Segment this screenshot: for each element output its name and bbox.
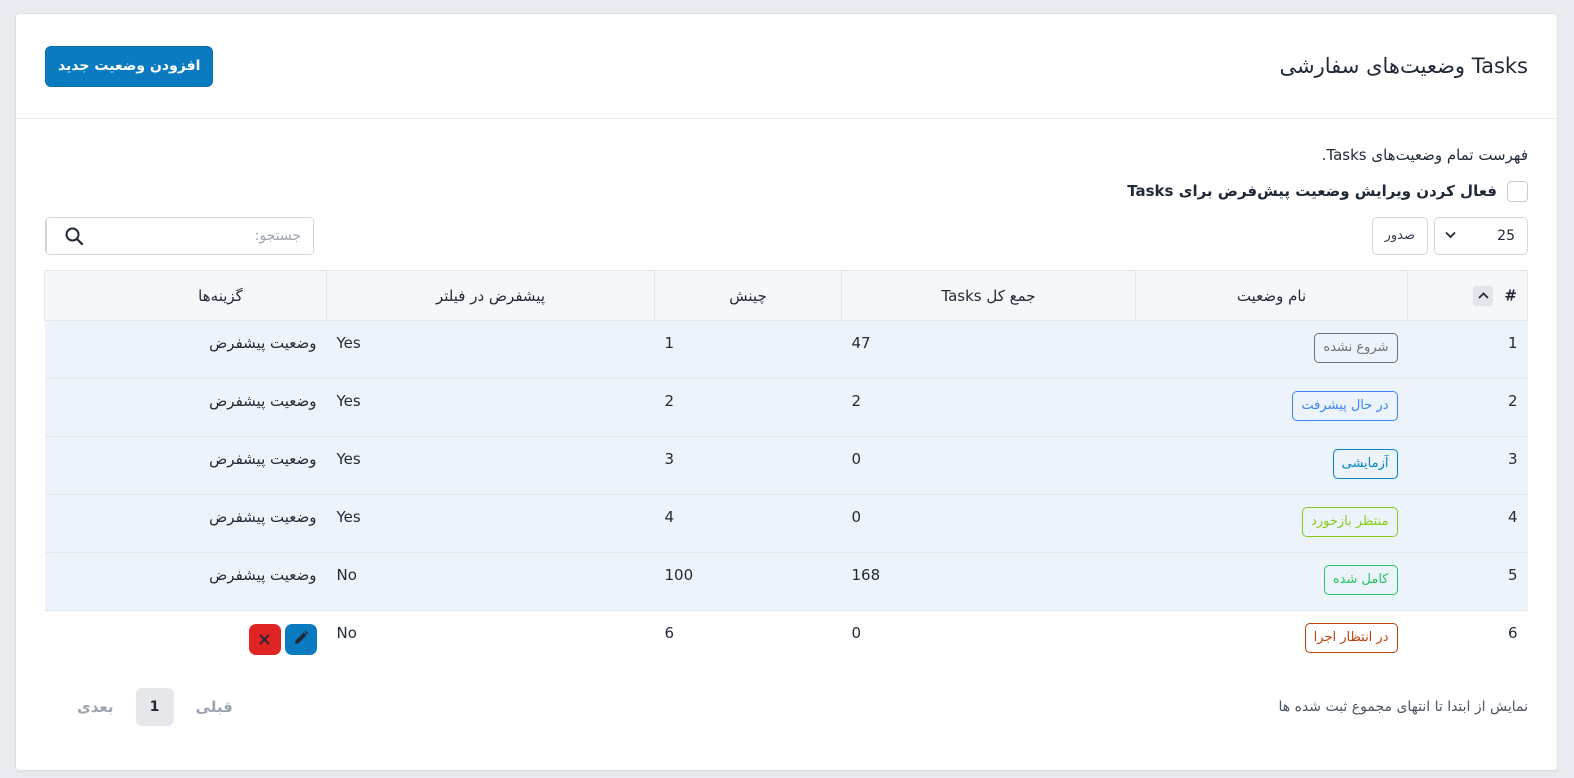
next-page-link[interactable]: بعدی [77, 698, 114, 716]
default-edit-row: فعال کردن ویرایش وضعیت پیش‌فرض برای Task… [45, 176, 1528, 206]
search-input[interactable] [101, 217, 313, 254]
table-toolbar: 25 صدور [45, 216, 1528, 255]
description: فهرست تمام وضعیت‌های Tasks. [1321, 146, 1528, 164]
status-badge[interactable]: آزمایشی [1332, 449, 1398, 479]
export-button[interactable]: صدور [1371, 216, 1428, 255]
table-row: 4 منتظر بازخورد 0 4 Yes وضعیت پیشفرض [44, 494, 1528, 553]
pencil-icon [293, 630, 309, 650]
card-body: فهرست تمام وضعیت‌های Tasks. فعال کردن وی… [16, 119, 1557, 727]
close-icon [259, 631, 270, 649]
table-body: 1 شروع نشده 47 1 Yes وضعیت پیشفرض 2 در حال پیشر… [44, 320, 1528, 669]
current-page[interactable]: 1 [135, 687, 174, 726]
cell-order: 2 [664, 392, 675, 410]
cell-options [45, 611, 327, 669]
delete-button[interactable] [248, 624, 281, 655]
cell-order: 3 [664, 450, 675, 468]
table-info: نمایش از ابتدا تا انتهای مجموع ثبت شده ه… [1278, 698, 1529, 715]
cell-order: 100 [664, 566, 694, 584]
default-edit-checkbox[interactable] [1507, 180, 1528, 202]
column-header-num[interactable]: # [1407, 270, 1528, 321]
status-badge[interactable]: در حال پیشرفت [1292, 391, 1398, 421]
page-length-value: 25 [1497, 227, 1515, 244]
column-header-order[interactable]: چینش [654, 270, 842, 321]
column-header-total[interactable]: جمع کل Tasks [841, 270, 1136, 321]
table-header-row: # نام وضعیت جمع کل Tasks چینش پیشفرض در … [44, 270, 1528, 321]
cell-name: شروع نشده [1136, 321, 1408, 379]
default-edit-label: فعال کردن ویرایش وضعیت پیش‌فرض برای Task… [1127, 182, 1497, 200]
status-badge[interactable]: کامل شده [1323, 565, 1398, 595]
prev-page-link[interactable]: قبلی [196, 698, 233, 716]
column-header-default-filter[interactable]: پیشفرض در فیلتر [326, 270, 655, 321]
pagination: قبلی 1 بعدی [77, 687, 233, 726]
search-icon [65, 227, 84, 245]
search-box [45, 216, 314, 255]
cell-total: 0 [851, 624, 862, 642]
page-length-select[interactable]: 25 [1434, 216, 1528, 255]
add-status-button[interactable]: افزودن وضعیت جدید [45, 45, 214, 87]
cell-default-filter: No [336, 624, 357, 642]
table-row: 5 کامل شده 168 100 No وضعیت پیشفرض [44, 552, 1528, 611]
cell-order: 4 [664, 508, 675, 526]
cell-options: وضعیت پیشفرض [209, 392, 317, 410]
sort-up-icon [1473, 285, 1494, 306]
edit-button[interactable] [284, 624, 317, 655]
cell-num: 5 [1507, 566, 1518, 584]
cell-name: در حال پیشرفت [1136, 379, 1408, 437]
search-button[interactable] [46, 217, 101, 254]
status-badge[interactable]: شروع نشده [1314, 333, 1398, 363]
table-row: 3 آزمایشی 0 3 Yes وضعیت پیشفرض [44, 436, 1528, 495]
card-header: Tasks وضعیت‌های سفارشی افزودن وضعیت جدید [16, 14, 1557, 119]
cell-default-filter: Yes [336, 334, 361, 352]
cell-num: 3 [1507, 450, 1518, 468]
cell-total: 2 [851, 392, 862, 410]
statuses-table: # نام وضعیت جمع کل Tasks چینش پیشفرض در … [44, 270, 1528, 669]
cell-num: 1 [1507, 334, 1518, 352]
table-row: 2 در حال پیشرفت 2 2 Yes وضعیت پیشفرض [44, 378, 1528, 437]
toolbar-controls: 25 صدور [1371, 216, 1528, 255]
chevron-down-icon [1445, 229, 1456, 242]
cell-options: وضعیت پیشفرض [209, 334, 317, 352]
cell-default-filter: Yes [336, 392, 361, 410]
cell-default-filter: Yes [336, 508, 361, 526]
cell-options: وضعیت پیشفرض [209, 450, 317, 468]
cell-total: 168 [851, 566, 881, 584]
statuses-card: Tasks وضعیت‌های سفارشی افزودن وضعیت جدید… [15, 13, 1558, 771]
page-title: Tasks وضعیت‌های سفارشی [1279, 54, 1528, 78]
cell-total: 0 [851, 508, 862, 526]
cell-default-filter: No [336, 566, 357, 584]
table-footer: نمایش از ابتدا تا انتهای مجموع ثبت شده ه… [45, 687, 1528, 727]
cell-name: منتظر بازخورد [1136, 495, 1408, 553]
cell-order: 1 [664, 334, 675, 352]
cell-total: 0 [851, 450, 862, 468]
table-row: 6 در انتظار اجرا 0 6 No [45, 611, 1528, 669]
cell-name: کامل شده [1136, 553, 1408, 611]
cell-order: 6 [664, 624, 675, 642]
column-header-options: گزینه‌ها [44, 270, 327, 321]
cell-name: در انتظار اجرا [1136, 611, 1408, 669]
cell-options: وضعیت پیشفرض [209, 566, 317, 584]
column-header-name[interactable]: نام وضعیت [1135, 270, 1408, 321]
cell-num: 6 [1507, 624, 1518, 642]
column-num-label: # [1504, 286, 1517, 304]
cell-name: آزمایشی [1136, 437, 1408, 495]
status-badge[interactable]: منتظر بازخورد [1302, 507, 1398, 537]
cell-default-filter: Yes [336, 450, 361, 468]
cell-total: 47 [851, 334, 871, 352]
table-row: 1 شروع نشده 47 1 Yes وضعیت پیشفرض [44, 320, 1528, 379]
cell-options: وضعیت پیشفرض [209, 508, 317, 526]
cell-num: 2 [1507, 392, 1518, 410]
status-badge[interactable]: در انتظار اجرا [1304, 623, 1398, 653]
cell-num: 4 [1507, 508, 1518, 526]
